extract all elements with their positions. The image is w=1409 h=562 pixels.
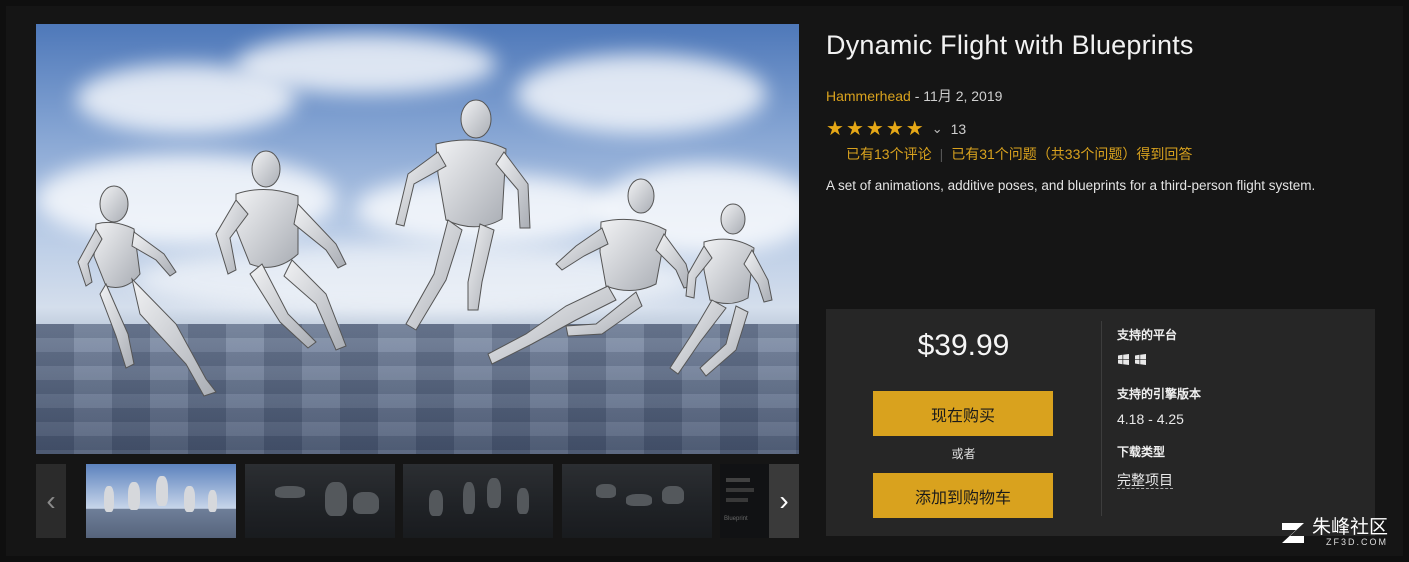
date-separator: - — [910, 88, 924, 104]
product-description: A set of animations, additive poses, and… — [826, 178, 1316, 193]
star-icon: ★ — [905, 118, 924, 140]
purchase-box: $39.99 现在购买 或者 添加到购物车 支持的平台 支持的引擎版本 4.18… — [826, 309, 1375, 536]
rating-summary[interactable]: ★ ★ ★ ★ ★ ⌄ 13 — [826, 119, 966, 139]
star-icon: ★ — [865, 118, 884, 140]
divider: | — [939, 146, 944, 162]
windows-icon — [1135, 354, 1146, 365]
price: $39.99 — [917, 329, 1010, 362]
chevron-left-icon: ‹ — [46, 485, 56, 516]
rating-count: 13 — [950, 121, 967, 137]
gallery-prev-button[interactable]: ‹ — [36, 464, 66, 538]
or-label: 或者 — [951, 447, 976, 461]
release-date: 11月 2, 2019 — [923, 88, 1003, 104]
main-product-image — [36, 24, 799, 454]
gallery-thumbnail-1[interactable] — [86, 464, 236, 538]
review-links: 已有13个评论 | 已有31个问题（共33个问题）得到回答 — [846, 144, 1192, 164]
column-divider — [1101, 321, 1102, 516]
engine-versions: 4.18 - 4.25 — [1117, 411, 1184, 427]
product-title: Dynamic Flight with Blueprints — [826, 30, 1194, 60]
gallery-thumbnail-3[interactable] — [403, 464, 553, 538]
windows-icon — [1118, 354, 1129, 365]
thumbnail-caption: Blueprint — [724, 516, 748, 522]
seller-link[interactable]: Hammerhead — [826, 88, 911, 104]
flying-mannequins-illustration — [77, 99, 773, 397]
questions-link[interactable]: 已有31个问题（共33个问题）得到回答 — [951, 146, 1192, 162]
watermark-name: 朱峰社区 — [1312, 517, 1389, 538]
gallery-thumbnail-2[interactable] — [245, 464, 395, 538]
engine-version-heading: 支持的引擎版本 — [1117, 387, 1202, 401]
download-type-heading: 下载类型 — [1117, 445, 1166, 459]
star-icon: ★ — [845, 118, 864, 140]
watermark: 朱峰社区 ZF3D.COM — [1278, 518, 1388, 548]
chevron-right-icon: › — [779, 485, 789, 516]
gallery-next-button[interactable]: › — [769, 464, 799, 538]
gallery-thumbnail-5[interactable]: Blueprint — [720, 464, 769, 538]
reviews-link[interactable]: 已有13个评论 — [846, 146, 932, 162]
platform-heading: 支持的平台 — [1117, 328, 1178, 342]
download-type: 完整项目 — [1117, 470, 1173, 490]
watermark-domain: ZF3D.COM — [1326, 537, 1389, 547]
add-to-cart-button[interactable]: 添加到购物车 — [873, 473, 1053, 518]
product-meta: Hammerhead - 11月 2, 2019 — [826, 86, 1002, 106]
chevron-down-icon[interactable]: ⌄ — [932, 121, 943, 137]
watermark-logo-icon — [1282, 523, 1304, 543]
buy-now-button[interactable]: 现在购买 — [873, 391, 1053, 436]
star-icon: ★ — [885, 118, 904, 140]
gallery-thumbnail-4[interactable] — [562, 464, 712, 538]
download-type-link[interactable]: 完整项目 — [1117, 472, 1173, 489]
star-icon: ★ — [826, 118, 844, 140]
